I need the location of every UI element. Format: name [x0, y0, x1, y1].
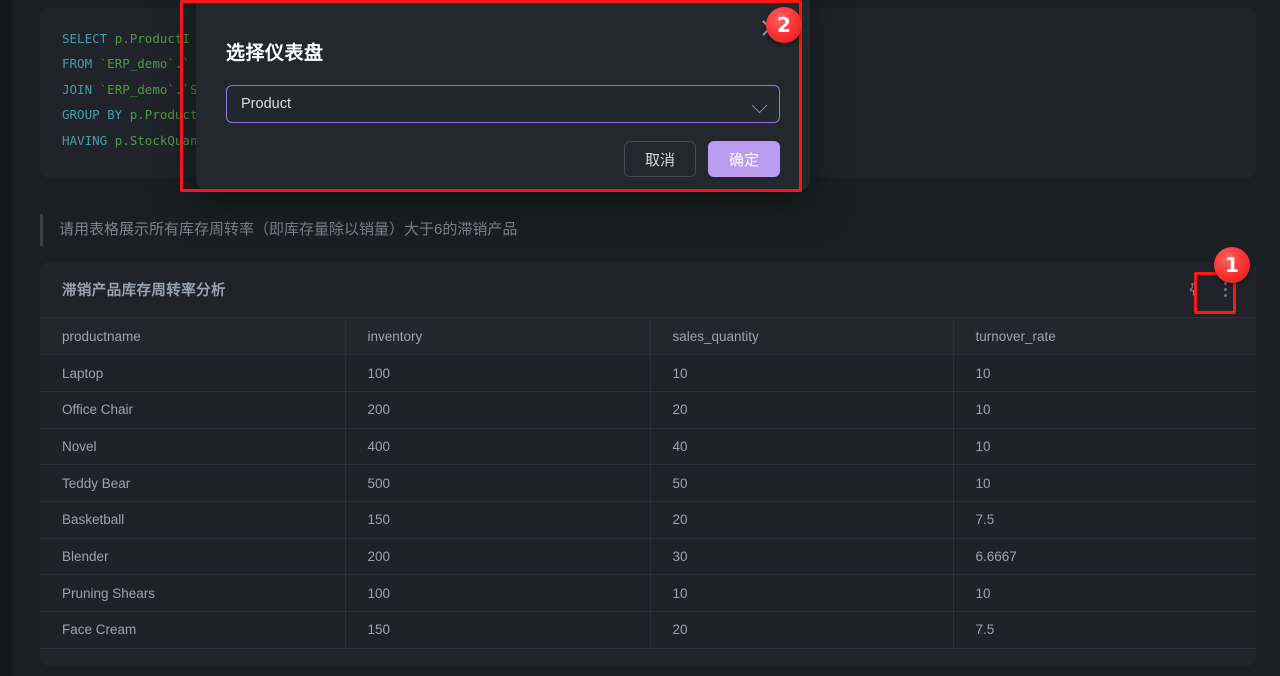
cell-productname: Office Chair — [40, 391, 346, 429]
table-row: Novel 400 40 10 — [40, 428, 1256, 466]
cell-inventory: 150 — [345, 611, 651, 649]
cell-sales-quantity: 20 — [650, 391, 954, 429]
cell-productname: Pruning Shears — [40, 574, 346, 612]
left-rail — [0, 0, 12, 676]
result-card-title: 滞销产品库存周转率分析 — [62, 283, 226, 299]
cell-turnover-rate: 6.6667 — [953, 538, 1256, 576]
cell-sales-quantity: 50 — [650, 464, 954, 502]
result-card: 滞销产品库存周转率分析 productname inventory sales_… — [40, 262, 1256, 666]
table-row: Teddy Bear 500 50 10 — [40, 464, 1256, 502]
annotation-badge-2: 2 — [766, 7, 802, 43]
table-row: Blender 200 30 6.6667 — [40, 538, 1256, 576]
cell-productname: Teddy Bear — [40, 464, 346, 502]
column-header[interactable]: productname — [40, 318, 346, 356]
cell-turnover-rate: 10 — [953, 354, 1256, 392]
cell-turnover-rate: 10 — [953, 391, 1256, 429]
cancel-button[interactable]: 取消 — [624, 141, 696, 177]
table-row: Laptop 100 10 10 — [40, 354, 1256, 392]
table-header-row: productname inventory sales_quantity tur… — [40, 318, 1256, 356]
table-row: Face Cream 150 20 7.5 — [40, 611, 1256, 649]
cell-sales-quantity: 20 — [650, 501, 954, 539]
cell-sales-quantity: 10 — [650, 354, 954, 392]
cell-inventory: 100 — [345, 354, 651, 392]
modal-actions: 取消 确定 — [226, 141, 780, 177]
select-dashboard-modal: 选择仪表盘 Product 取消 确定 — [196, 0, 810, 190]
cell-turnover-rate: 7.5 — [953, 501, 1256, 539]
cell-productname: Basketball — [40, 501, 346, 539]
column-header[interactable]: sales_quantity — [650, 318, 954, 356]
confirm-button[interactable]: 确定 — [708, 141, 780, 177]
dashboard-select[interactable]: Product — [226, 85, 780, 123]
cell-sales-quantity: 30 — [650, 538, 954, 576]
table-row: Office Chair 200 20 10 — [40, 391, 1256, 429]
chevron-down-icon — [751, 97, 768, 114]
cell-inventory: 200 — [345, 538, 651, 576]
app-root: SELECT p.ProductI FROM `ERP_demo`.` JOIN… — [0, 0, 1280, 676]
cell-inventory: 200 — [345, 391, 651, 429]
cell-sales-quantity: 10 — [650, 574, 954, 612]
cell-productname: Novel — [40, 428, 346, 466]
cell-productname: Laptop — [40, 354, 346, 392]
cell-turnover-rate: 10 — [953, 574, 1256, 612]
cell-sales-quantity: 40 — [650, 428, 954, 466]
annotation-badge-1: 1 — [1214, 247, 1250, 283]
cell-inventory: 500 — [345, 464, 651, 502]
cell-productname: Blender — [40, 538, 346, 576]
cell-turnover-rate: 10 — [953, 464, 1256, 502]
cell-productname: Face Cream — [40, 611, 346, 649]
cell-inventory: 150 — [345, 501, 651, 539]
pin-icon — [1189, 283, 1197, 296]
dashboard-select-value: Product — [241, 96, 291, 112]
cell-turnover-rate: 10 — [953, 428, 1256, 466]
cell-inventory: 400 — [345, 428, 651, 466]
result-table-wrapper: productname inventory sales_quantity tur… — [40, 318, 1256, 649]
cell-sales-quantity: 20 — [650, 611, 954, 649]
table-row: Pruning Shears 100 10 10 — [40, 574, 1256, 612]
pin-button[interactable] — [1178, 275, 1208, 305]
column-header[interactable]: turnover_rate — [953, 318, 1256, 356]
table-row: Basketball 150 20 7.5 — [40, 501, 1256, 539]
user-prompt-quote: 请用表格展示所有库存周转率（即库存量除以销量）大于6的滞销产品 — [40, 214, 1040, 246]
more-vertical-icon — [1223, 282, 1227, 297]
result-table: productname inventory sales_quantity tur… — [40, 318, 1256, 649]
cell-inventory: 100 — [345, 574, 651, 612]
result-card-header: 滞销产品库存周转率分析 — [40, 262, 1256, 318]
modal-title: 选择仪表盘 — [226, 43, 324, 64]
cell-turnover-rate: 7.5 — [953, 611, 1256, 649]
column-header[interactable]: inventory — [345, 318, 651, 356]
main-content: SELECT p.ProductI FROM `ERP_demo`.` JOIN… — [12, 0, 1280, 676]
